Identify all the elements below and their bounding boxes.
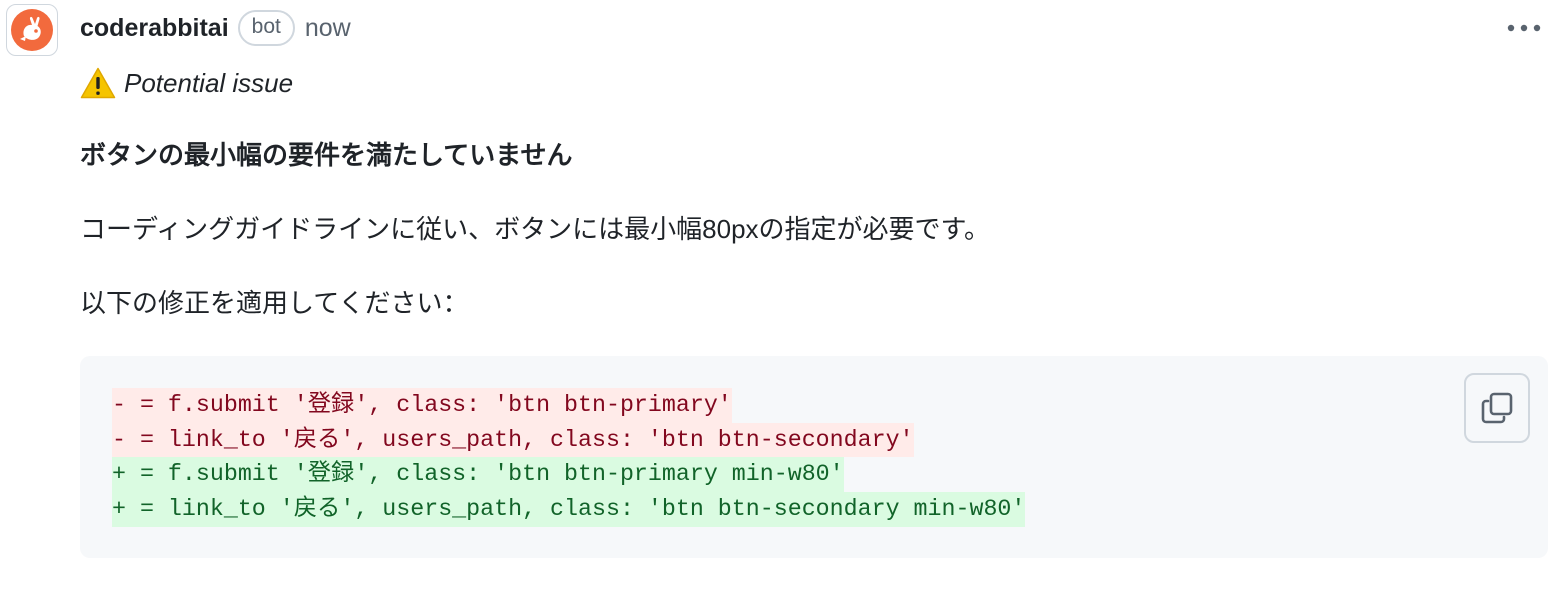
diff-deletion-line: - = f.submit '登録', class: 'btn btn-prima… — [112, 388, 732, 423]
coderabbit-logo-icon — [11, 9, 53, 51]
diff-addition-line: + = f.submit '登録', class: 'btn btn-prima… — [112, 457, 844, 493]
diff-lines: - = f.submit '登録', class: 'btn btn-prima… — [112, 388, 1026, 527]
comment-paragraph: コーディングガイドラインに従い、ボタンには最小幅80pxの指定が必要です。 — [80, 214, 990, 244]
comment-paragraph: 以下の修正を適用してください： — [80, 288, 469, 318]
issue-title: ボタンの最小幅の要件を満たしていません — [80, 140, 573, 170]
comment-menu-button[interactable] — [1502, 12, 1546, 44]
warning-icon — [80, 67, 116, 99]
bot-badge: bot — [237, 10, 295, 46]
copy-button[interactable] — [1464, 373, 1530, 443]
author-avatar[interactable] — [6, 4, 58, 56]
issue-label-line: Potential issue — [80, 64, 293, 102]
suggestion-code-block: - = f.submit '登録', class: 'btn btn-prima… — [80, 356, 1548, 558]
kebab-horizontal-icon — [1507, 24, 1541, 32]
author-name[interactable]: coderabbitai — [80, 14, 229, 43]
comment-header: coderabbitai bot now — [80, 8, 351, 48]
comment-timestamp[interactable]: now — [305, 14, 351, 43]
copy-icon — [1481, 392, 1513, 424]
diff-addition-line: + = link_to '戻る', users_path, class: 'bt… — [112, 492, 1026, 527]
issue-label: Potential issue — [124, 67, 294, 98]
diff-deletion-line: - = link_to '戻る', users_path, class: 'bt… — [112, 422, 914, 458]
